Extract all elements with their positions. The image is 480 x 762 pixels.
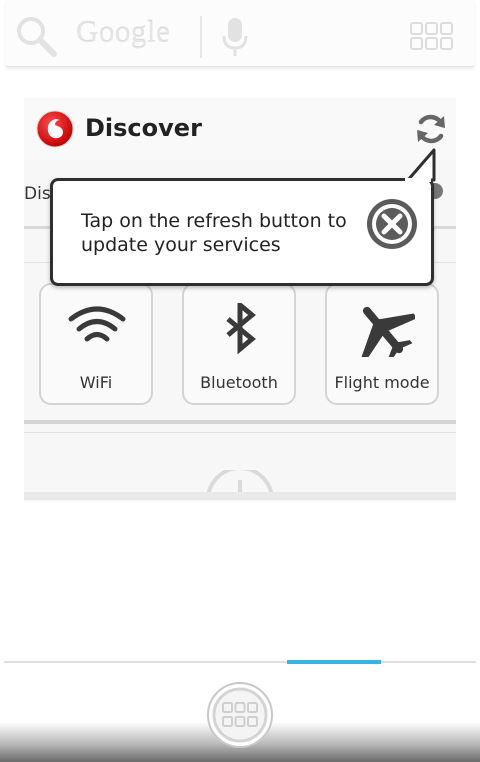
tooltip-pointer-join [405,178,431,182]
tile-label-bluetooth: Bluetooth [200,373,278,392]
bluetooth-toggle[interactable]: Bluetooth [182,283,296,405]
vodafone-logo [36,110,74,148]
wifi-icon [68,306,126,342]
discover-tab-label[interactable]: Dis [24,184,51,204]
google-logo[interactable]: Google [76,14,170,50]
hint-tooltip: Tap on the refresh button to update your… [50,178,434,286]
discover-widget: Discover Dis WiFi Bluetooth Flight mode [24,98,456,502]
airplane-icon [361,306,415,357]
widget-title: Discover [85,114,202,142]
refresh-icon[interactable] [414,112,448,146]
all-apps-button[interactable] [206,681,274,749]
tooltip-pointer [406,148,436,182]
apps-grid-icon[interactable] [410,22,454,50]
microphone-icon[interactable] [220,16,250,58]
close-icon[interactable] [365,197,419,251]
divider [24,420,456,424]
tile-label-wifi: WiFi [79,373,113,392]
search-bar-divider [200,16,202,58]
wifi-toggle[interactable]: WiFi [39,283,153,405]
tooltip-text: Tap on the refresh button to update your… [81,210,347,256]
bluetooth-icon [226,303,256,355]
tile-label-flight-mode: Flight mode [334,373,430,392]
widget-bottom-edge [24,492,456,500]
page-indicator-active [287,660,381,664]
search-icon[interactable] [14,14,58,58]
page-indicator-track [4,661,476,663]
flight-mode-toggle[interactable]: Flight mode [325,283,439,405]
divider [24,432,456,433]
